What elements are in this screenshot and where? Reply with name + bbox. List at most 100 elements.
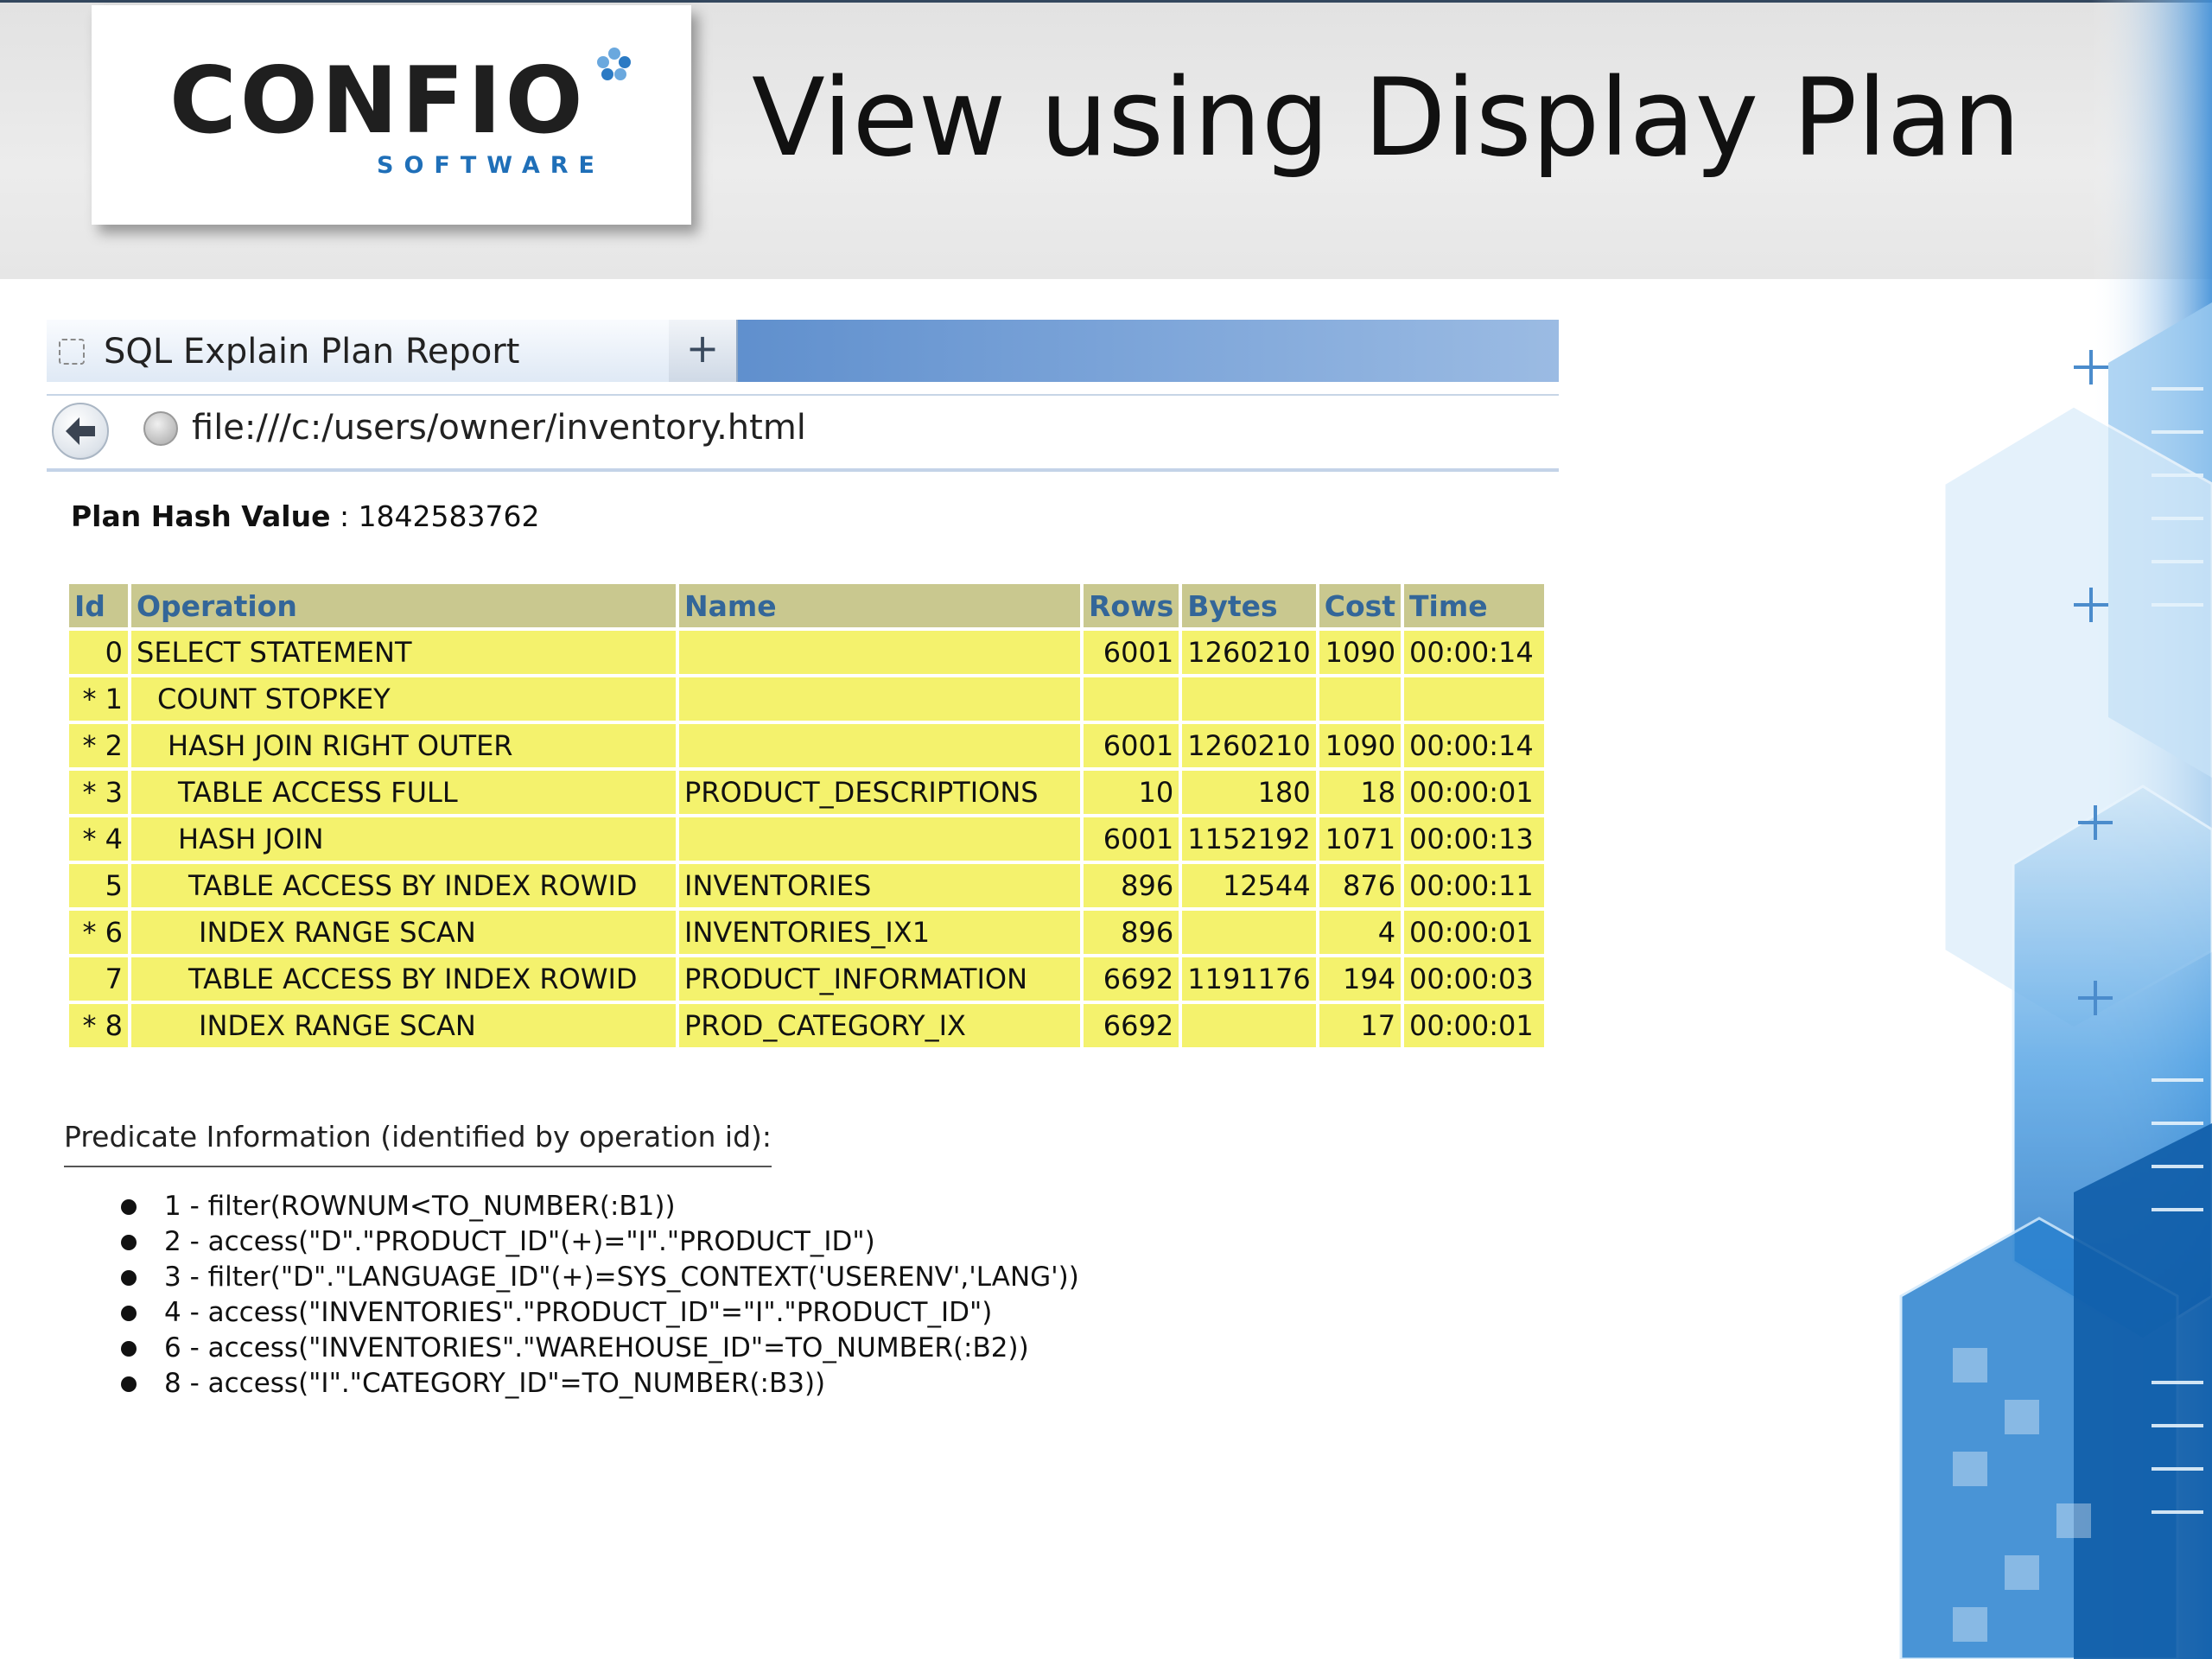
plan-hash-label: Plan Hash Value <box>71 499 331 533</box>
cell-time: 00:00:01 <box>1404 771 1545 814</box>
cell-bytes: 1260210 <box>1182 631 1316 674</box>
tab-sql-explain-plan-report[interactable]: SQL Explain Plan Report <box>47 320 671 382</box>
bullet-icon <box>121 1199 137 1215</box>
globe-icon <box>143 411 178 446</box>
bullet-icon <box>121 1235 137 1250</box>
column-header-id: Id <box>69 584 128 627</box>
logo-subtitle: SOFTWARE <box>377 152 605 179</box>
page-favicon-icon <box>59 339 85 365</box>
cell-rows: 6692 <box>1084 957 1179 1001</box>
cell-name: INVENTORIES <box>679 864 1080 907</box>
list-item: 4 - access("INVENTORIES"."PRODUCT_ID"="I… <box>121 1297 1079 1332</box>
list-item: 2 - access("D"."PRODUCT_ID"(+)="I"."PROD… <box>121 1226 1079 1262</box>
bullet-icon <box>121 1341 137 1357</box>
cell-name <box>679 631 1080 674</box>
cell-bytes: 1191176 <box>1182 957 1316 1001</box>
list-item: 1 - filter(ROWNUM<TO_NUMBER(:B1)) <box>121 1191 1079 1226</box>
cell-bytes: 1152192 <box>1182 817 1316 861</box>
cell-bytes: 12544 <box>1182 864 1316 907</box>
column-header-operation: Operation <box>131 584 676 627</box>
cell-cost: 17 <box>1319 1004 1402 1047</box>
cell-id: 7 <box>69 957 128 1001</box>
new-tab-button[interactable]: + <box>669 320 738 382</box>
back-button[interactable] <box>52 403 109 460</box>
cell-operation: TABLE ACCESS FULL <box>131 771 676 814</box>
cell-operation: HASH JOIN <box>131 817 676 861</box>
cell-operation: HASH JOIN RIGHT OUTER <box>131 724 676 767</box>
url-field[interactable]: file:///c:/users/owner/inventory.html <box>192 408 806 448</box>
cell-id: * 6 <box>69 911 128 954</box>
explain-plan-table: Id Operation Name Rows Bytes Cost Time 0… <box>66 581 1548 1051</box>
cell-cost <box>1319 677 1402 721</box>
predicate-text: 3 - filter("D"."LANGUAGE_ID"(+)=SYS_CONT… <box>164 1262 1079 1293</box>
hexagon-decoration <box>1899 0 2212 1659</box>
table-row: * 1 COUNT STOPKEY <box>69 677 1545 721</box>
logo-flower-icon <box>597 48 631 80</box>
cell-id: * 8 <box>69 1004 128 1047</box>
table-row: * 6 INDEX RANGE SCAN INVENTORIES_IX1 896… <box>69 911 1545 954</box>
cell-name: INVENTORIES_IX1 <box>679 911 1080 954</box>
cell-name <box>679 817 1080 861</box>
list-item: 3 - filter("D"."LANGUAGE_ID"(+)=SYS_CONT… <box>121 1262 1079 1297</box>
column-header-bytes: Bytes <box>1182 584 1316 627</box>
predicate-text: 6 - access("INVENTORIES"."WAREHOUSE_ID"=… <box>164 1332 1029 1363</box>
cell-cost: 876 <box>1319 864 1402 907</box>
cell-cost: 1071 <box>1319 817 1402 861</box>
list-item: 6 - access("INVENTORIES"."WAREHOUSE_ID"=… <box>121 1332 1079 1368</box>
cell-name: PRODUCT_INFORMATION <box>679 957 1080 1001</box>
cell-time: 00:00:14 <box>1404 631 1545 674</box>
cell-rows <box>1084 677 1179 721</box>
column-header-cost: Cost <box>1319 584 1402 627</box>
table-row: * 2 HASH JOIN RIGHT OUTER 6001 1260210 1… <box>69 724 1545 767</box>
cell-rows: 6692 <box>1084 1004 1179 1047</box>
confio-logo: CONFIO SOFTWARE <box>92 5 691 225</box>
predicate-text: 4 - access("INVENTORIES"."PRODUCT_ID"="I… <box>164 1297 993 1328</box>
cell-cost: 18 <box>1319 771 1402 814</box>
cell-id: 5 <box>69 864 128 907</box>
cell-rows: 6001 <box>1084 631 1179 674</box>
cell-time: 00:00:14 <box>1404 724 1545 767</box>
cell-cost: 1090 <box>1319 631 1402 674</box>
cell-rows: 896 <box>1084 911 1179 954</box>
cell-rows: 6001 <box>1084 817 1179 861</box>
cell-name: PRODUCT_DESCRIPTIONS <box>679 771 1080 814</box>
cell-rows: 10 <box>1084 771 1179 814</box>
logo-wordmark: CONFIO <box>169 48 587 154</box>
bullet-icon <box>121 1306 137 1321</box>
table-row: * 8 INDEX RANGE SCAN PROD_CATEGORY_IX 66… <box>69 1004 1545 1047</box>
cell-id: * 3 <box>69 771 128 814</box>
list-item: 8 - access("I"."CATEGORY_ID"=TO_NUMBER(:… <box>121 1368 1079 1403</box>
predicate-info-heading: Predicate Information (identified by ope… <box>64 1120 772 1167</box>
cell-id: 0 <box>69 631 128 674</box>
browser-tab-bar: SQL Explain Plan Report + <box>47 320 1559 382</box>
cell-cost: 4 <box>1319 911 1402 954</box>
predicate-text: 2 - access("D"."PRODUCT_ID"(+)="I"."PROD… <box>164 1226 875 1257</box>
cell-operation: TABLE ACCESS BY INDEX ROWID <box>131 864 676 907</box>
table-header-row: Id Operation Name Rows Bytes Cost Time <box>69 584 1545 627</box>
cell-id: * 1 <box>69 677 128 721</box>
cell-time: 00:00:01 <box>1404 1004 1545 1047</box>
table-row: 7 TABLE ACCESS BY INDEX ROWID PRODUCT_IN… <box>69 957 1545 1001</box>
cell-operation: COUNT STOPKEY <box>131 677 676 721</box>
cell-time: 00:00:01 <box>1404 911 1545 954</box>
cell-bytes <box>1182 911 1316 954</box>
cell-name <box>679 677 1080 721</box>
cell-operation: SELECT STATEMENT <box>131 631 676 674</box>
cell-rows: 6001 <box>1084 724 1179 767</box>
column-header-time: Time <box>1404 584 1545 627</box>
cell-bytes: 1260210 <box>1182 724 1316 767</box>
table-row: 5 TABLE ACCESS BY INDEX ROWID INVENTORIE… <box>69 864 1545 907</box>
cell-name: PROD_CATEGORY_IX <box>679 1004 1080 1047</box>
column-header-rows: Rows <box>1084 584 1179 627</box>
cell-time: 00:00:13 <box>1404 817 1545 861</box>
cell-operation: INDEX RANGE SCAN <box>131 1004 676 1047</box>
cell-operation: TABLE ACCESS BY INDEX ROWID <box>131 957 676 1001</box>
column-header-name: Name <box>679 584 1080 627</box>
tab-title: SQL Explain Plan Report <box>104 332 520 372</box>
plan-hash-value: 1842583762 <box>358 499 540 533</box>
table-row: * 3 TABLE ACCESS FULL PRODUCT_DESCRIPTIO… <box>69 771 1545 814</box>
table-row: 0 SELECT STATEMENT 6001 1260210 1090 00:… <box>69 631 1545 674</box>
plan-hash-separator: : <box>330 499 359 533</box>
cell-id: * 4 <box>69 817 128 861</box>
cell-bytes <box>1182 1004 1316 1047</box>
